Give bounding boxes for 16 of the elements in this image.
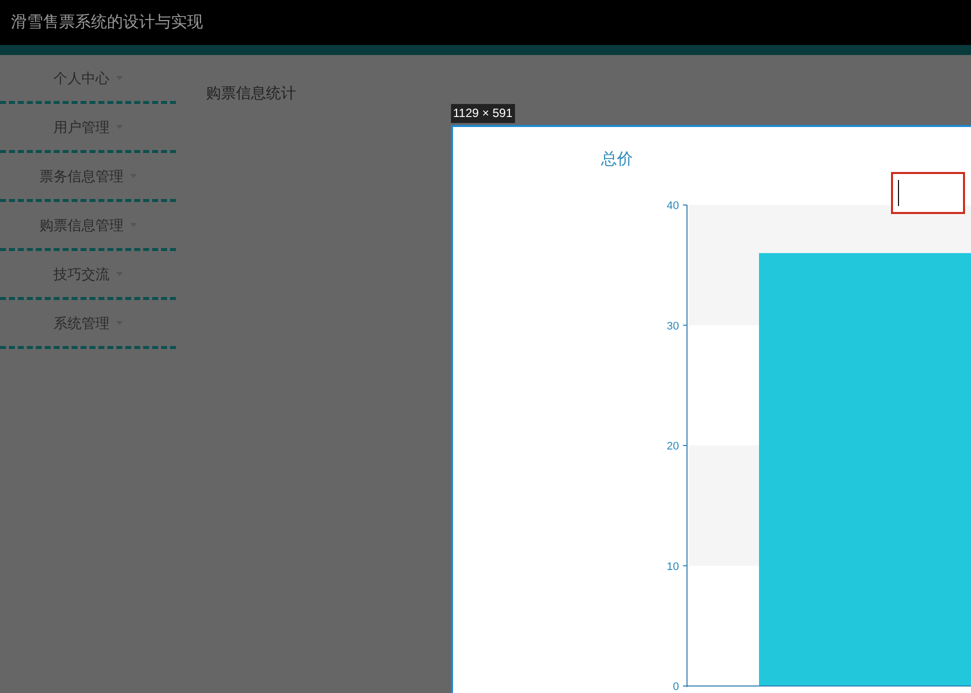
y-tick-label: 20 (666, 440, 679, 452)
y-tick-label: 40 (666, 200, 679, 212)
sidebar-item[interactable]: 系统管理 (0, 300, 176, 349)
sidebar-item[interactable]: 用户管理 (0, 104, 176, 153)
text-input-field[interactable] (891, 172, 965, 214)
app-title: 滑雪售票系统的设计与实现 (11, 12, 203, 32)
page-title: 购票信息统计 (206, 85, 296, 102)
y-tick-label: 10 (666, 560, 679, 573)
sidebar-item[interactable]: 购票信息管理 (0, 202, 176, 251)
chart-title: 总价 (601, 151, 633, 168)
sidebar-item[interactable]: 个人中心 (0, 55, 176, 104)
sidebar-item[interactable]: 票务信息管理 (0, 153, 176, 202)
y-tick-label: 0 (672, 681, 679, 693)
y-tick-label: 30 (666, 320, 679, 332)
size-label: 1129 × 591 (451, 104, 515, 123)
sidebar-item[interactable]: 技巧交流 (0, 251, 176, 300)
